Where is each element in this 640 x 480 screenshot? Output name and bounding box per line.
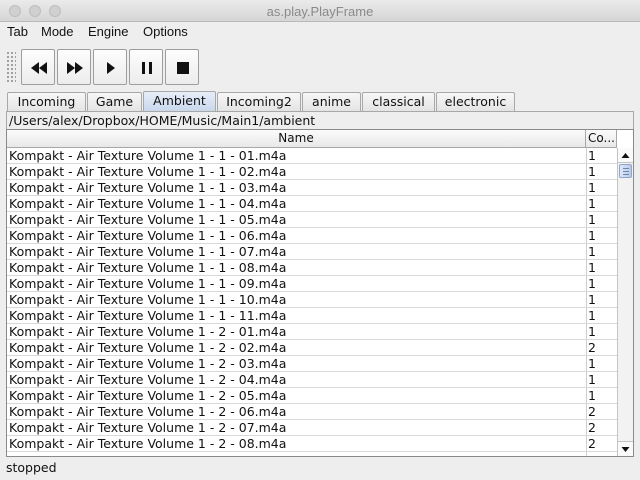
track-name-cell: Kompakt - Air Texture Volume 1 - 2 - 08.… [9,436,287,451]
menu-engine[interactable]: Engine [88,24,128,39]
play-count-cell: 1 [588,164,596,179]
folder-path: /Users/alex/Dropbox/HOME/Music/Main1/amb… [6,111,634,129]
track-name-cell: Kompakt - Air Texture Volume 1 - 1 - 06.… [9,228,287,243]
play-count-cell: 1 [588,244,596,259]
table-row[interactable]: Kompakt - Air Texture Volume 1 - 1 - 02.… [7,164,617,180]
table-row[interactable]: Kompakt - Air Texture Volume 1 - 1 - 11.… [7,308,617,324]
table-row[interactable]: Kompakt - Air Texture Volume 1 - 1 - 05.… [7,212,617,228]
play-count-cell: 1 [588,276,596,291]
track-name-cell: Kompakt - Air Texture Volume 1 - 1 - 05.… [9,212,287,227]
column-header-count[interactable]: Co... [586,130,617,148]
play-count-cell: 2 [588,340,596,355]
play-count-cell: 1 [588,260,596,275]
play-count-cell: 1 [588,212,596,227]
track-name-cell: Kompakt - Air Texture Volume 1 - 2 - 02.… [9,340,287,355]
tab-incoming2[interactable]: Incoming2 [217,92,301,111]
stop-icon [177,62,189,74]
table-row[interactable]: Kompakt - Air Texture Volume 1 - 1 - 07.… [7,244,617,260]
track-name-cell: Kompakt - Air Texture Volume 1 - 1 - 01.… [9,148,287,163]
play-count-cell: 2 [588,420,596,435]
track-name-cell: Kompakt - Air Texture Volume 1 - 1 - 11.… [9,308,287,323]
menu-tab[interactable]: Tab [7,24,28,39]
pause-button[interactable] [129,49,163,85]
play-count-cell: 1 [588,372,596,387]
tab-electronic[interactable]: electronic [436,92,515,111]
track-name-cell: Kompakt - Air Texture Volume 1 - 2 - 04.… [9,372,287,387]
table-row[interactable]: Kompakt - Air Texture Volume 1 - 1 - 04.… [7,196,617,212]
table-row[interactable]: Kompakt - Air Texture Volume 1 - 2 - 03.… [7,356,617,372]
table-row[interactable]: Kompakt - Air Texture Volume 1 - 1 - 01.… [7,148,617,164]
track-name-cell: Kompakt - Air Texture Volume 1 - 2 - 05.… [9,388,287,403]
rewind-button[interactable] [21,49,55,85]
play-count-cell: 2 [588,436,596,451]
play-count-cell: 1 [588,180,596,195]
play-count-cell: 2 [588,404,596,419]
play-button[interactable] [93,49,127,85]
tab-classical[interactable]: classical [362,92,435,111]
playlist-tabs: Incoming Game Ambient Incoming2 anime cl… [0,90,640,111]
scrollbar-thumb[interactable] [619,164,632,178]
play-count-cell: 1 [588,324,596,339]
play-count-cell: 1 [588,356,596,371]
table-row[interactable]: Kompakt - Air Texture Volume 1 - 2 - 07.… [7,420,617,436]
table-header: Name Co... [7,130,617,148]
status-text: stopped [6,460,57,475]
vertical-scrollbar[interactable] [617,148,633,456]
play-count-cell: 1 [588,308,596,323]
track-name-cell: Kompakt - Air Texture Volume 1 - 2 - 01.… [9,324,287,339]
play-count-cell: 1 [588,148,596,163]
table-row[interactable]: Kompakt - Air Texture Volume 1 - 2 - 08.… [7,436,617,452]
play-icon [107,62,115,74]
table-row[interactable]: Kompakt - Air Texture Volume 1 - 1 - 08.… [7,260,617,276]
table-row[interactable]: Kompakt - Air Texture Volume 1 - 2 - 05.… [7,388,617,404]
menu-bar: Tab Mode Engine Options [0,22,640,42]
table-row[interactable]: Kompakt - Air Texture Volume 1 - 1 - 03.… [7,180,617,196]
table-body: Kompakt - Air Texture Volume 1 - 1 - 01.… [7,148,617,456]
transport-toolbar [0,45,640,89]
fast-forward-button[interactable] [57,49,91,85]
table-row[interactable]: Kompakt - Air Texture Volume 1 - 2 - 01.… [7,324,617,340]
track-name-cell: Kompakt - Air Texture Volume 1 - 1 - 03.… [9,180,287,195]
track-name-cell: Kompakt - Air Texture Volume 1 - 1 - 02.… [9,164,287,179]
tab-anime[interactable]: anime [302,92,361,111]
menu-options[interactable]: Options [143,24,188,39]
tab-game[interactable]: Game [87,92,142,111]
track-name-cell: Kompakt - Air Texture Volume 1 - 1 - 09.… [9,276,287,291]
play-count-cell: 1 [588,196,596,211]
fast-forward-icon [67,62,83,74]
rewind-icon [31,62,47,74]
track-name-cell: Kompakt - Air Texture Volume 1 - 1 - 04.… [9,196,287,211]
play-count-cell: 1 [588,292,596,307]
table-row[interactable]: Kompakt - Air Texture Volume 1 - 2 - 02.… [7,340,617,356]
toolbar-grip-handle[interactable] [6,51,16,83]
arrow-down-icon [621,447,630,452]
stop-button[interactable] [165,49,199,85]
track-name-cell: Kompakt - Air Texture Volume 1 - 2 - 06.… [9,404,287,419]
table-row[interactable]: Kompakt - Air Texture Volume 1 - 1 - 06.… [7,228,617,244]
play-count-cell: 1 [588,228,596,243]
scroll-up-button[interactable] [618,148,633,163]
track-name-cell: Kompakt - Air Texture Volume 1 - 1 - 10.… [9,292,287,307]
arrow-up-icon [621,153,630,158]
window-title: as.play.PlayFrame [266,4,374,19]
track-name-cell: Kompakt - Air Texture Volume 1 - 1 - 07.… [9,244,287,259]
play-count-cell: 1 [588,388,596,403]
track-name-cell: Kompakt - Air Texture Volume 1 - 1 - 08.… [9,260,287,275]
track-name-cell: Kompakt - Air Texture Volume 1 - 2 - 07.… [9,420,287,435]
pause-icon [142,62,152,74]
title-bar: as.play.PlayFrame [0,0,640,22]
tab-incoming[interactable]: Incoming [7,92,86,111]
tab-ambient[interactable]: Ambient [143,91,216,111]
track-name-cell: Kompakt - Air Texture Volume 1 - 2 - 03.… [9,356,287,371]
track-table: Name Co... Kompakt - Air Texture Volume … [6,129,634,457]
table-row[interactable]: Kompakt - Air Texture Volume 1 - 1 - 10.… [7,292,617,308]
column-header-name[interactable]: Name [7,130,586,148]
table-row[interactable]: Kompakt - Air Texture Volume 1 - 1 - 09.… [7,276,617,292]
table-row[interactable]: Kompakt - Air Texture Volume 1 - 2 - 06.… [7,404,617,420]
menu-mode[interactable]: Mode [41,24,74,39]
table-row[interactable]: Kompakt - Air Texture Volume 1 - 2 - 04.… [7,372,617,388]
scroll-down-button[interactable] [618,441,633,456]
